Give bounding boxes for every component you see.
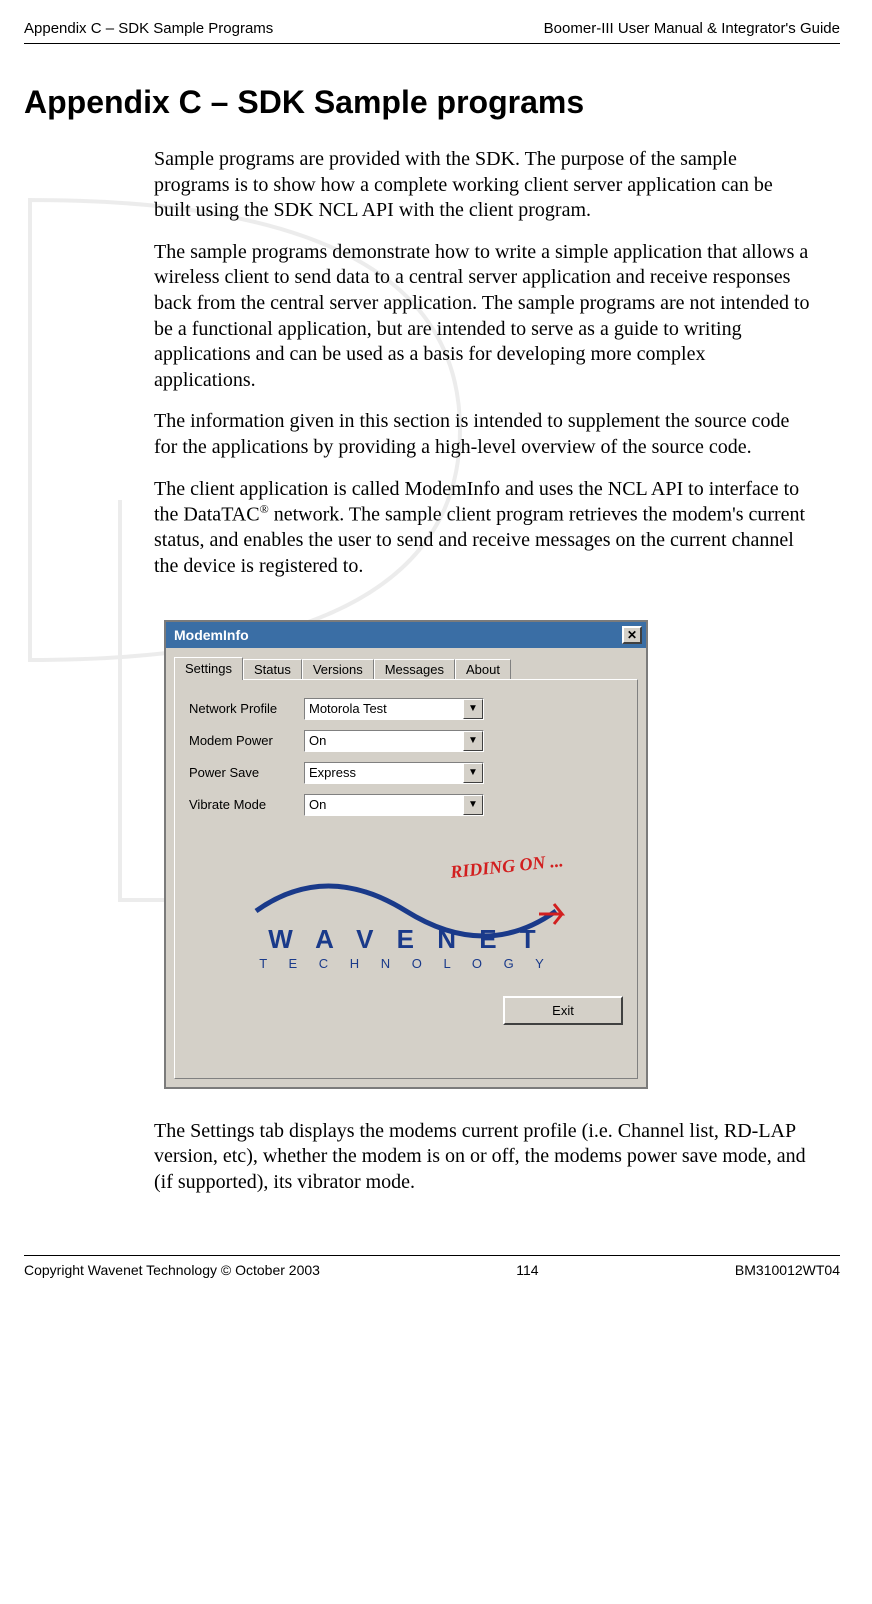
footer-left: Copyright Wavenet Technology © October 2…: [24, 1262, 320, 1278]
header-right: Boomer-III User Manual & Integrator's Gu…: [544, 20, 840, 37]
label-network-profile: Network Profile: [189, 701, 304, 716]
combo-modem-power[interactable]: On ▼: [304, 730, 484, 752]
footer-right: BM310012WT04: [735, 1262, 840, 1278]
label-power-save: Power Save: [189, 765, 304, 780]
combo-network-profile[interactable]: Motorola Test ▼: [304, 698, 484, 720]
wavenet-logo: RIDING ON ... W A V E N E T T E C H N O …: [189, 856, 623, 976]
combo-power-save-value: Express: [305, 763, 463, 783]
logo-brand: W A V E N E T: [268, 924, 543, 954]
paragraph-4: The client application is called ModemIn…: [154, 477, 810, 580]
modeminfo-window: ModemInfo ✕ Settings Status Versions Mes…: [164, 620, 648, 1089]
combo-modem-power-value: On: [305, 731, 463, 751]
combo-power-save[interactable]: Express ▼: [304, 762, 484, 784]
tab-settings[interactable]: Settings: [174, 657, 243, 680]
combo-vibrate-mode-value: On: [305, 795, 463, 815]
chevron-down-icon[interactable]: ▼: [463, 763, 483, 783]
footer-center: 114: [516, 1262, 538, 1278]
paragraph-5: The Settings tab displays the modems cur…: [154, 1119, 810, 1196]
chevron-down-icon[interactable]: ▼: [463, 699, 483, 719]
page-title: Appendix C – SDK Sample programs: [24, 84, 840, 121]
footer-rule: [24, 1255, 840, 1256]
window-title: ModemInfo: [174, 627, 249, 643]
label-modem-power: Modem Power: [189, 733, 304, 748]
window-titlebar[interactable]: ModemInfo ✕: [166, 622, 646, 648]
paragraph-2: The sample programs demonstrate how to w…: [154, 240, 810, 394]
tabstrip: Settings Status Versions Messages About: [166, 648, 646, 679]
close-icon[interactable]: ✕: [622, 626, 642, 644]
chevron-down-icon[interactable]: ▼: [463, 731, 483, 751]
label-vibrate-mode: Vibrate Mode: [189, 797, 304, 812]
exit-button[interactable]: Exit: [503, 996, 623, 1025]
header-left: Appendix C – SDK Sample Programs: [24, 20, 273, 37]
settings-panel: Network Profile Motorola Test ▼ Modem Po…: [174, 679, 638, 1079]
combo-network-profile-value: Motorola Test: [305, 699, 463, 719]
combo-vibrate-mode[interactable]: On ▼: [304, 794, 484, 816]
logo-tagline: RIDING ON ...: [448, 856, 564, 882]
paragraph-3: The information given in this section is…: [154, 409, 810, 460]
logo-sub: T E C H N O L O G Y: [259, 956, 553, 971]
paragraph-1: Sample programs are provided with the SD…: [154, 147, 810, 224]
header-rule: [24, 43, 840, 44]
chevron-down-icon[interactable]: ▼: [463, 795, 483, 815]
